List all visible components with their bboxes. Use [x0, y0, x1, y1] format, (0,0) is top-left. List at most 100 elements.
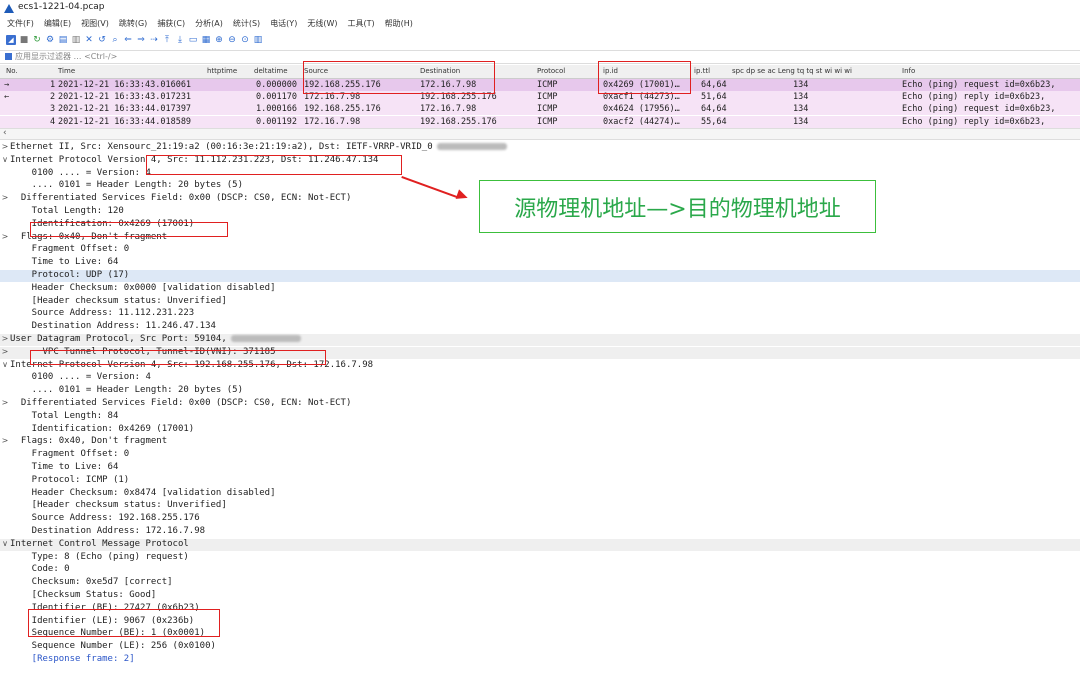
detail-line[interactable]: Fragment Offset: 0: [0, 244, 1080, 256]
go-back-icon[interactable]: ⇐: [123, 35, 133, 45]
detail-text: Fragment Offset: 0: [10, 244, 130, 255]
detail-line[interactable]: .... 0101 = Header Length: 20 bytes (5): [0, 385, 1080, 397]
menu-item-2[interactable]: 视图(V): [80, 17, 110, 31]
collapse-chevron-icon[interactable]: ∨: [0, 539, 10, 548]
zoom-reset-icon[interactable]: ⊙: [240, 35, 250, 45]
column-httptime[interactable]: httptime: [207, 67, 237, 75]
detail-line[interactable]: [Header checksum status: Unverified]: [0, 296, 1080, 308]
scroll-left-icon[interactable]: ‹: [3, 128, 7, 138]
expand-chevron-icon[interactable]: >: [0, 193, 10, 202]
expand-chevron-icon[interactable]: >: [0, 347, 10, 356]
column-info[interactable]: Info: [902, 67, 915, 75]
detail-line[interactable]: Header Checksum: 0x8474 [validation disa…: [0, 488, 1080, 500]
detail-line[interactable]: [Checksum Status: Good]: [0, 590, 1080, 602]
reload-file-icon[interactable]: ↺: [97, 35, 107, 45]
menu-item-8[interactable]: 无线(W): [306, 17, 338, 31]
collapse-chevron-icon[interactable]: ∨: [0, 155, 10, 164]
autoscroll-icon[interactable]: ▭: [188, 35, 198, 45]
expand-chevron-icon[interactable]: >: [0, 142, 10, 151]
detail-line[interactable]: Sequence Number (LE): 256 (0x0100): [0, 641, 1080, 653]
detail-line[interactable]: Protocol: UDP (17): [0, 270, 1080, 283]
column-protocol[interactable]: Protocol: [537, 67, 565, 75]
expand-chevron-icon[interactable]: >: [0, 398, 10, 407]
detail-line[interactable]: Fragment Offset: 0: [0, 449, 1080, 461]
menu-item-9[interactable]: 工具(T): [346, 17, 375, 31]
first-packet-icon[interactable]: ⤒: [162, 35, 172, 45]
open-file-icon[interactable]: ▤: [58, 35, 68, 45]
save-file-icon[interactable]: ▥: [71, 35, 81, 45]
column-time[interactable]: Time: [58, 67, 75, 75]
menu-item-0[interactable]: 文件(F): [6, 17, 35, 31]
detail-text: Identification: 0x4269 (17001): [10, 423, 195, 434]
detail-line[interactable]: [Response frame: 2]: [0, 654, 1080, 666]
column-deltatime[interactable]: deltatime: [254, 67, 288, 75]
detail-line[interactable]: Code: 0: [0, 564, 1080, 576]
resize-columns-icon[interactable]: ▥: [253, 35, 263, 45]
menu-item-1[interactable]: 编辑(E): [43, 17, 72, 31]
detail-line[interactable]: Destination Address: 172.16.7.98: [0, 526, 1080, 538]
detail-text: Internet Control Message Protocol: [10, 538, 189, 549]
display-filter-input[interactable]: 应用显示过滤器 … <Ctrl-/>: [15, 51, 117, 62]
start-capture-icon[interactable]: ◢: [6, 35, 16, 45]
colorize-icon[interactable]: ▦: [201, 35, 211, 45]
detail-line[interactable]: Destination Address: 11.246.47.134: [0, 321, 1080, 333]
detail-line[interactable]: Type: 8 (Echo (ping) request): [0, 552, 1080, 564]
detail-line[interactable]: ∨ Internet Control Message Protocol: [0, 538, 1080, 552]
menu-item-5[interactable]: 分析(A): [194, 17, 224, 31]
display-filter-bar[interactable]: 应用显示过滤器 … <Ctrl-/>: [0, 50, 1080, 64]
detail-line[interactable]: > User Datagram Protocol, Src Port: 59104…: [0, 334, 1080, 347]
detail-line[interactable]: Header Checksum: 0x0000 [validation disa…: [0, 283, 1080, 295]
go-to-packet-icon[interactable]: ⇢: [149, 35, 159, 45]
detail-line[interactable]: > Differentiated Services Field: 0x00 (D…: [0, 398, 1080, 410]
column-ip-ttl[interactable]: ip.ttl: [694, 67, 710, 75]
packet-cell-no: 3: [50, 104, 56, 115]
expand-chevron-icon[interactable]: >: [0, 436, 10, 445]
detail-line[interactable]: Source Address: 11.112.231.223: [0, 308, 1080, 320]
detail-line[interactable]: > Ethernet II, Src: Xensourc_21:19:a2 (00…: [0, 142, 1080, 154]
capture-options-icon[interactable]: ⚙: [45, 35, 55, 45]
menu-item-7[interactable]: 电话(Y): [269, 17, 298, 31]
packet-cell-ttl: 64,64: [701, 80, 727, 90]
menu-item-4[interactable]: 捕获(C): [156, 17, 186, 31]
packet-cell-delta: 1.000166: [256, 104, 297, 115]
detail-text: Header Checksum: 0x0000 [validation disa…: [10, 282, 276, 293]
detail-text: 0100 .... = Version: 4: [10, 372, 151, 383]
collapse-chevron-icon[interactable]: ∨: [0, 360, 10, 369]
zoom-out-icon[interactable]: ⊖: [227, 35, 237, 45]
last-packet-icon[interactable]: ⤓: [175, 35, 185, 45]
zoom-in-icon[interactable]: ⊕: [214, 35, 224, 45]
packet-row[interactable]: 3 2021-12-21 16:33:44.017397 1.000166 192.1…: [0, 103, 1080, 116]
packet-row[interactable]: → 1 2021-12-21 16:33:43.016061 0.000000 192.…: [0, 79, 1080, 91]
detail-line[interactable]: Identification: 0x4269 (17001): [0, 424, 1080, 436]
detail-text: [Header checksum status: Unverified]: [10, 295, 227, 306]
detail-line[interactable]: Total Length: 84: [0, 411, 1080, 423]
packet-cell-time: 2021-12-21 16:33:43.016061: [58, 80, 192, 90]
close-file-icon[interactable]: ✕: [84, 35, 94, 45]
packet-list-scrollbar[interactable]: ‹: [0, 128, 1080, 140]
detail-line[interactable]: Source Address: 192.168.255.176: [0, 513, 1080, 525]
column-no[interactable]: No.: [6, 67, 18, 75]
detail-line[interactable]: Time to Live: 64: [0, 257, 1080, 269]
stop-capture-icon[interactable]: ■: [19, 35, 29, 45]
restart-capture-icon[interactable]: ↻: [32, 35, 42, 45]
detail-text: User Datagram Protocol, Src Port: 59104,: [10, 334, 227, 344]
find-packet-icon[interactable]: ⌕: [110, 35, 120, 45]
detail-line[interactable]: 0100 .... = Version: 4: [0, 372, 1080, 384]
detail-line[interactable]: Time to Live: 64: [0, 462, 1080, 474]
menu-item-10[interactable]: 帮助(H): [384, 17, 414, 31]
detail-line[interactable]: [Header checksum status: Unverified]: [0, 500, 1080, 512]
packet-row[interactable]: 4 2021-12-21 16:33:44.018589 0.001192 172.1…: [0, 115, 1080, 128]
detail-text: [Checksum Status: Good]: [10, 590, 157, 600]
detail-line[interactable]: Protocol: ICMP (1): [0, 475, 1080, 487]
packet-cell-delta: 0.001192: [256, 116, 297, 127]
menu-item-3[interactable]: 跳转(G): [118, 17, 148, 31]
column-extra[interactable]: spc dp se ac Leng tq tq st wi wi wi: [732, 67, 852, 75]
menu-item-6[interactable]: 统计(S): [232, 17, 261, 31]
packet-row[interactable]: ← 2 2021-12-21 16:33:43.017231 0.001170 172.…: [0, 91, 1080, 104]
detail-line[interactable]: > Flags: 0x40, Don't fragment: [0, 436, 1080, 448]
go-forward-icon[interactable]: ⇒: [136, 35, 146, 45]
detail-line[interactable]: Checksum: 0xe5d7 [correct]: [0, 577, 1080, 589]
expand-chevron-icon[interactable]: >: [0, 232, 10, 241]
bookmark-filter-icon[interactable]: [5, 53, 12, 60]
expand-chevron-icon[interactable]: >: [0, 334, 10, 343]
